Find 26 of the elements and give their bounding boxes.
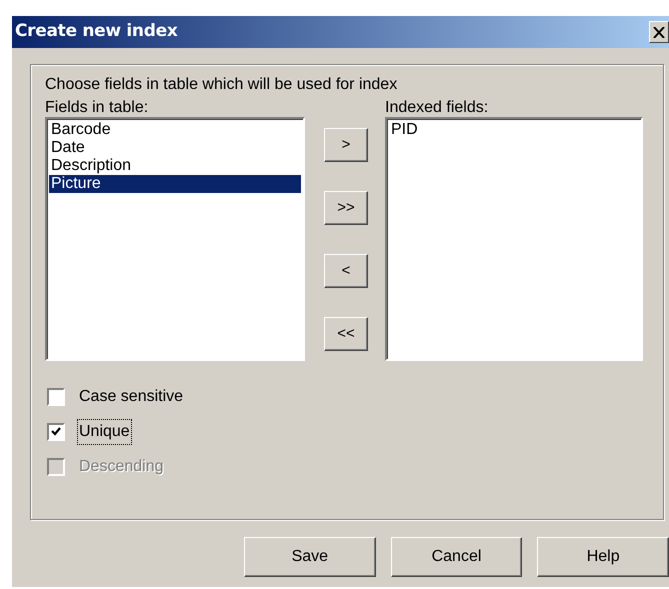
list-label: Indexed fields:	[385, 98, 490, 117]
checkbox-label: Descending	[78, 456, 164, 476]
move-button[interactable]: >	[324, 128, 368, 162]
list-item[interactable]: Date	[49, 139, 301, 157]
instruction-text: Choose fields in table which will be used for index	[45, 75, 398, 94]
checkbox-label: Case sensitive	[78, 386, 184, 406]
checkbox[interactable]	[47, 388, 65, 406]
dialog-button[interactable]: Save	[244, 537, 376, 577]
list-item[interactable]: PID	[389, 121, 639, 139]
window-title: Create new index	[15, 20, 178, 44]
list-label: Fields in table:	[45, 98, 150, 117]
dialog-button[interactable]: Cancel	[390, 537, 522, 577]
check-icon	[51, 427, 61, 436]
checkbox-label: Unique	[77, 418, 132, 444]
close-icon	[653, 26, 665, 38]
fields-list[interactable]: Barcode Date Description Picture	[45, 117, 305, 361]
list-item[interactable]: Barcode	[49, 121, 301, 139]
indexed-list[interactable]: PID	[385, 117, 643, 361]
list-item[interactable]: Description	[49, 157, 301, 175]
close-button[interactable]	[649, 21, 669, 43]
move-button[interactable]: <<	[324, 317, 368, 351]
checkbox[interactable]	[47, 422, 65, 440]
list-item[interactable]: Picture	[49, 175, 301, 193]
dialog-button[interactable]: Help	[537, 537, 669, 577]
move-button[interactable]: >>	[324, 191, 368, 225]
move-button[interactable]: <	[324, 254, 368, 288]
